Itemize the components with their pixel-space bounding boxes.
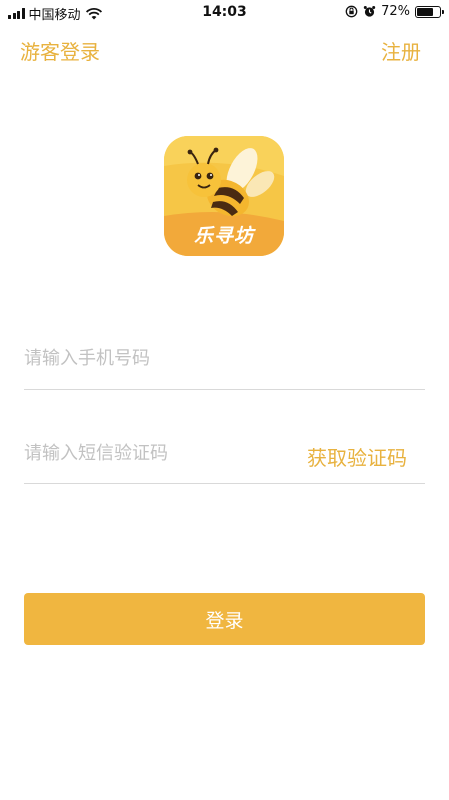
get-code-button[interactable]: 获取验证码 [307, 442, 407, 471]
app-logo: 乐寻坊 [164, 136, 284, 256]
battery-icon [415, 5, 444, 18]
login-button[interactable]: 登录 [24, 593, 425, 645]
logo-text: 乐寻坊 [193, 225, 254, 247]
orientation-lock-icon [345, 5, 358, 18]
sms-code-input[interactable] [24, 440, 284, 466]
guest-login-button[interactable]: 游客登录 [20, 36, 100, 65]
phone-input[interactable] [24, 345, 284, 371]
register-button[interactable]: 注册 [381, 36, 421, 65]
phone-field [24, 335, 425, 390]
status-bar-right: 72% [345, 4, 444, 19]
battery-level [417, 7, 433, 16]
status-bar: 中国移动 14:03 72% [0, 0, 449, 26]
battery-percent: 72% [381, 4, 410, 19]
alarm-icon [363, 6, 376, 17]
code-field: 获取验证码 [24, 430, 425, 484]
